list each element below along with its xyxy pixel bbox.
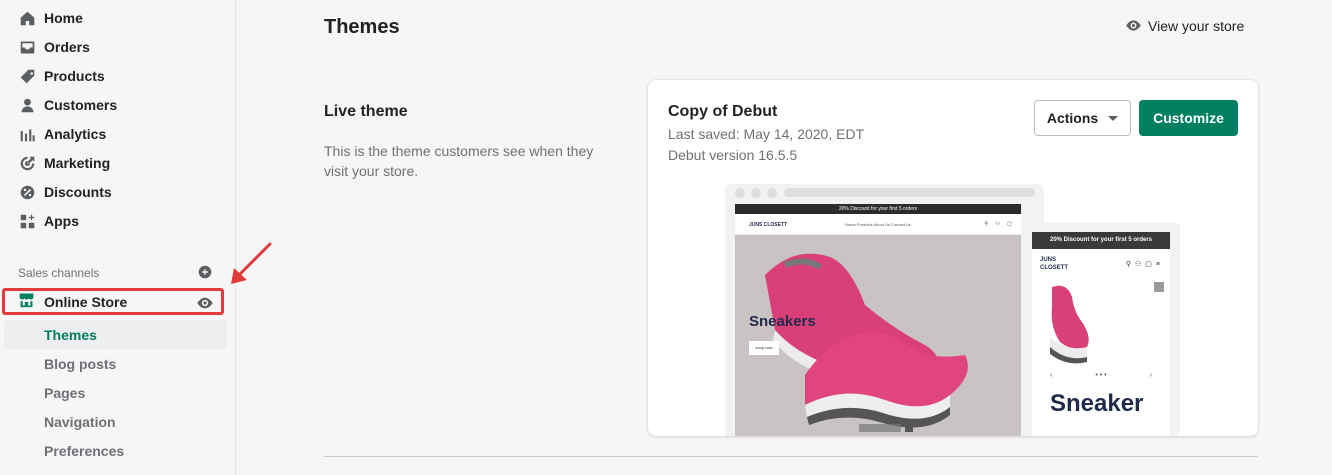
live-theme-description: This is the theme customers see when the… (324, 143, 594, 179)
preview-pager (859, 424, 901, 432)
apps-icon (18, 212, 36, 230)
sidebar-subitem-themes[interactable]: Themes (4, 320, 227, 349)
mobile-preview: 20% Discount for your first 5 orders JUN… (1027, 222, 1180, 436)
theme-name: Copy of Debut (668, 103, 778, 120)
url-bar (784, 188, 1035, 197)
sidebar-item-discounts[interactable]: Discounts (4, 178, 227, 206)
sidebar-item-label: Products (44, 68, 105, 84)
preview-menu: Home Products About Us Contact Us (845, 222, 911, 227)
actions-label: Actions (1046, 110, 1099, 126)
sidebar-item-analytics[interactable]: Analytics (4, 120, 227, 148)
sidebar-item-apps[interactable]: Apps (4, 207, 227, 235)
mobile-promo-banner: 20% Discount for your first 5 orders (1032, 232, 1170, 249)
preview-header: JUNS CLOSETT Home Products About Us Cont… (735, 214, 1021, 235)
sidebar-subitem-blog-posts[interactable]: Blog posts (4, 349, 227, 378)
person-icon (18, 96, 36, 114)
eye-icon (1126, 20, 1141, 31)
theme-last-saved: Last saved: May 14, 2020, EDT (668, 126, 865, 142)
annotation-arrow (231, 242, 272, 284)
preview-pager-next (905, 424, 913, 432)
home-icon (18, 9, 36, 27)
sidebar-item-label: Customers (44, 97, 118, 113)
mobile-zoom-icon (1154, 282, 1164, 292)
view-store-label: View your store (1148, 17, 1245, 34)
discount-icon (18, 183, 36, 201)
sidebar-item-label: Home (44, 10, 83, 26)
preview-shop-button: shop now (749, 341, 779, 355)
mobile-brand: JUNS CLOSETT (1040, 256, 1080, 272)
theme-card: Copy of Debut Last saved: May 14, 2020, … (648, 80, 1258, 436)
eye-icon[interactable] (196, 294, 214, 312)
live-theme-heading: Live theme (324, 103, 408, 120)
customize-button[interactable]: Customize (1139, 100, 1238, 136)
sidebar-subitem-navigation[interactable]: Navigation (4, 407, 227, 436)
target-icon (18, 154, 36, 172)
window-dots (735, 188, 777, 198)
sidebar: Home Orders Products Customers Analytics… (0, 0, 236, 475)
bar-chart-icon (18, 125, 36, 143)
sidebar-item-label: Discounts (44, 184, 112, 200)
sidebar-item-label: Marketing (44, 155, 111, 171)
sidebar-item-label: Apps (44, 213, 79, 229)
mobile-sneaker-image (1050, 285, 1089, 364)
mobile-brand-text: JUNS CLOSETT (1040, 257, 1068, 271)
section-divider (324, 456, 1258, 457)
mobile-preview-page: 20% Discount for your first 5 orders JUN… (1032, 232, 1170, 436)
promo-banner: 20% Discount for your first 5 orders (735, 204, 1021, 214)
caret-down-icon (1108, 115, 1119, 121)
sidebar-item-online-store[interactable]: Online Store (2, 288, 224, 315)
desktop-preview-page: 20% Discount for your first 5 orders JUN… (735, 204, 1021, 436)
mobile-carousel-controls: ‹ • • • › (1050, 372, 1152, 379)
sidebar-item-products[interactable]: Products (4, 62, 227, 90)
theme-version: Debut version 16.5.5 (668, 147, 798, 163)
actions-button[interactable]: Actions (1034, 100, 1131, 136)
page-title: Themes (324, 16, 400, 38)
preview-brand: JUNS CLOSETT (749, 222, 788, 228)
sidebar-item-label: Analytics (44, 126, 107, 142)
sneaker-image (765, 253, 968, 428)
sidebar-item-customers[interactable]: Customers (4, 91, 227, 119)
tag-icon (18, 67, 36, 85)
sales-channels-label: Sales channels (18, 266, 100, 280)
sidebar-subitem-pages[interactable]: Pages (4, 378, 227, 407)
mobile-header-icons: ⚲⚇▢≡ (1125, 261, 1164, 268)
preview-hero-text: Sneakers (749, 313, 816, 330)
desktop-preview: 20% Discount for your first 5 orders JUN… (725, 184, 1044, 436)
view-store-link[interactable]: View your store (1125, 17, 1244, 34)
sidebar-item-home[interactable]: Home (4, 4, 227, 32)
orders-icon (18, 38, 36, 56)
sidebar-item-label: Orders (44, 39, 90, 55)
sidebar-item-marketing[interactable]: Marketing (4, 149, 227, 177)
sidebar-item-orders[interactable]: Orders (4, 33, 227, 61)
store-icon (18, 291, 35, 313)
add-channel-icon[interactable] (198, 265, 212, 279)
preview-header-icons: ⚲ ⚇ ▢ (984, 221, 1015, 227)
online-store-label: Online Store (44, 293, 128, 310)
mobile-hero-text: Sneaker (1050, 390, 1144, 417)
sidebar-subitem-preferences[interactable]: Preferences (4, 436, 227, 465)
preview-hero: Sneakers shop now (735, 235, 1021, 436)
